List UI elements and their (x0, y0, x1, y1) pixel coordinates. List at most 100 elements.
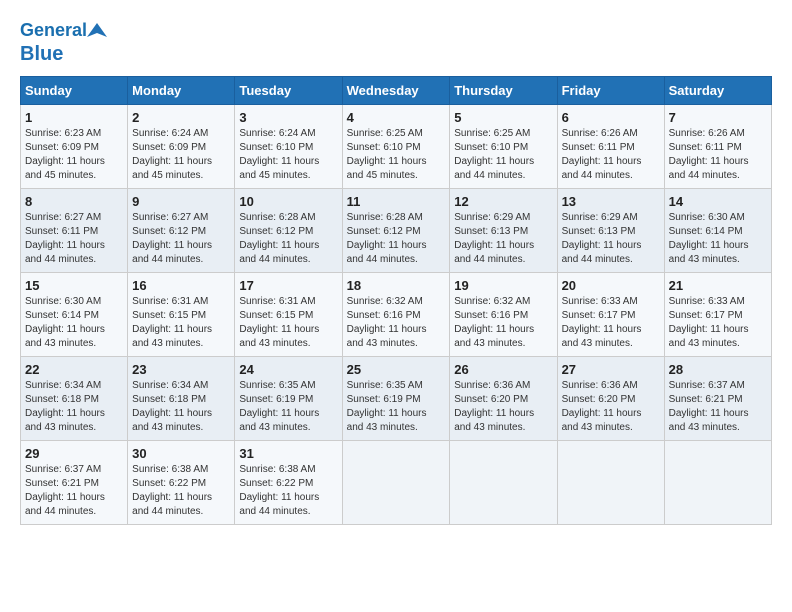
day-number: 12 (454, 194, 552, 209)
day-info: Sunrise: 6:33 AM Sunset: 6:17 PM Dayligh… (562, 295, 660, 351)
calendar-cell: 29 Sunrise: 6:37 AM Sunset: 6:21 PM Dayl… (21, 440, 128, 524)
calendar-cell: 30 Sunrise: 6:38 AM Sunset: 6:22 PM Dayl… (128, 440, 235, 524)
day-info: Sunrise: 6:29 AM Sunset: 6:13 PM Dayligh… (562, 211, 660, 267)
day-info: Sunrise: 6:28 AM Sunset: 6:12 PM Dayligh… (239, 211, 337, 267)
calendar-cell: 20 Sunrise: 6:33 AM Sunset: 6:17 PM Dayl… (557, 272, 664, 356)
day-number: 22 (25, 362, 123, 377)
calendar-cell (342, 440, 450, 524)
calendar-cell: 15 Sunrise: 6:30 AM Sunset: 6:14 PM Dayl… (21, 272, 128, 356)
calendar-cell: 5 Sunrise: 6:25 AM Sunset: 6:10 PM Dayli… (450, 104, 557, 188)
day-number: 6 (562, 110, 660, 125)
calendar-cell: 27 Sunrise: 6:36 AM Sunset: 6:20 PM Dayl… (557, 356, 664, 440)
calendar-cell: 25 Sunrise: 6:35 AM Sunset: 6:19 PM Dayl… (342, 356, 450, 440)
calendar-cell: 7 Sunrise: 6:26 AM Sunset: 6:11 PM Dayli… (664, 104, 771, 188)
day-number: 30 (132, 446, 230, 461)
day-info: Sunrise: 6:37 AM Sunset: 6:21 PM Dayligh… (25, 463, 123, 519)
weekday-header-wednesday: Wednesday (342, 76, 450, 104)
day-info: Sunrise: 6:25 AM Sunset: 6:10 PM Dayligh… (454, 127, 552, 183)
day-info: Sunrise: 6:29 AM Sunset: 6:13 PM Dayligh… (454, 211, 552, 267)
day-info: Sunrise: 6:34 AM Sunset: 6:18 PM Dayligh… (132, 379, 230, 435)
calendar-cell: 8 Sunrise: 6:27 AM Sunset: 6:11 PM Dayli… (21, 188, 128, 272)
calendar-cell: 19 Sunrise: 6:32 AM Sunset: 6:16 PM Dayl… (450, 272, 557, 356)
calendar-cell: 26 Sunrise: 6:36 AM Sunset: 6:20 PM Dayl… (450, 356, 557, 440)
weekday-header-saturday: Saturday (664, 76, 771, 104)
calendar-cell: 4 Sunrise: 6:25 AM Sunset: 6:10 PM Dayli… (342, 104, 450, 188)
calendar-cell: 16 Sunrise: 6:31 AM Sunset: 6:15 PM Dayl… (128, 272, 235, 356)
day-number: 4 (347, 110, 446, 125)
day-info: Sunrise: 6:23 AM Sunset: 6:09 PM Dayligh… (25, 127, 123, 183)
day-number: 26 (454, 362, 552, 377)
calendar-cell: 6 Sunrise: 6:26 AM Sunset: 6:11 PM Dayli… (557, 104, 664, 188)
day-number: 29 (25, 446, 123, 461)
day-number: 17 (239, 278, 337, 293)
day-info: Sunrise: 6:24 AM Sunset: 6:10 PM Dayligh… (239, 127, 337, 183)
day-number: 15 (25, 278, 123, 293)
day-info: Sunrise: 6:27 AM Sunset: 6:11 PM Dayligh… (25, 211, 123, 267)
day-info: Sunrise: 6:28 AM Sunset: 6:12 PM Dayligh… (347, 211, 446, 267)
calendar-table: SundayMondayTuesdayWednesdayThursdayFrid… (20, 76, 772, 525)
calendar-cell: 18 Sunrise: 6:32 AM Sunset: 6:16 PM Dayl… (342, 272, 450, 356)
day-info: Sunrise: 6:32 AM Sunset: 6:16 PM Dayligh… (347, 295, 446, 351)
day-info: Sunrise: 6:35 AM Sunset: 6:19 PM Dayligh… (347, 379, 446, 435)
day-number: 24 (239, 362, 337, 377)
day-number: 20 (562, 278, 660, 293)
calendar-week-3: 15 Sunrise: 6:30 AM Sunset: 6:14 PM Dayl… (21, 272, 772, 356)
day-info: Sunrise: 6:30 AM Sunset: 6:14 PM Dayligh… (669, 211, 767, 267)
day-info: Sunrise: 6:31 AM Sunset: 6:15 PM Dayligh… (132, 295, 230, 351)
day-info: Sunrise: 6:30 AM Sunset: 6:14 PM Dayligh… (25, 295, 123, 351)
calendar-cell: 11 Sunrise: 6:28 AM Sunset: 6:12 PM Dayl… (342, 188, 450, 272)
day-info: Sunrise: 6:25 AM Sunset: 6:10 PM Dayligh… (347, 127, 446, 183)
logo-text-line2: Blue (20, 42, 63, 66)
day-number: 16 (132, 278, 230, 293)
day-number: 18 (347, 278, 446, 293)
day-info: Sunrise: 6:33 AM Sunset: 6:17 PM Dayligh… (669, 295, 767, 351)
calendar-cell: 17 Sunrise: 6:31 AM Sunset: 6:15 PM Dayl… (235, 272, 342, 356)
weekday-header-tuesday: Tuesday (235, 76, 342, 104)
day-number: 11 (347, 194, 446, 209)
day-info: Sunrise: 6:26 AM Sunset: 6:11 PM Dayligh… (669, 127, 767, 183)
calendar-cell: 9 Sunrise: 6:27 AM Sunset: 6:12 PM Dayli… (128, 188, 235, 272)
calendar-cell: 31 Sunrise: 6:38 AM Sunset: 6:22 PM Dayl… (235, 440, 342, 524)
logo: General Blue (20, 20, 107, 66)
calendar-cell (450, 440, 557, 524)
day-info: Sunrise: 6:26 AM Sunset: 6:11 PM Dayligh… (562, 127, 660, 183)
calendar-cell: 3 Sunrise: 6:24 AM Sunset: 6:10 PM Dayli… (235, 104, 342, 188)
day-info: Sunrise: 6:31 AM Sunset: 6:15 PM Dayligh… (239, 295, 337, 351)
calendar-week-1: 1 Sunrise: 6:23 AM Sunset: 6:09 PM Dayli… (21, 104, 772, 188)
page-header: General Blue (20, 20, 772, 66)
day-info: Sunrise: 6:36 AM Sunset: 6:20 PM Dayligh… (562, 379, 660, 435)
calendar-cell: 14 Sunrise: 6:30 AM Sunset: 6:14 PM Dayl… (664, 188, 771, 272)
day-number: 23 (132, 362, 230, 377)
day-info: Sunrise: 6:38 AM Sunset: 6:22 PM Dayligh… (239, 463, 337, 519)
calendar-cell: 2 Sunrise: 6:24 AM Sunset: 6:09 PM Dayli… (128, 104, 235, 188)
day-info: Sunrise: 6:35 AM Sunset: 6:19 PM Dayligh… (239, 379, 337, 435)
day-info: Sunrise: 6:37 AM Sunset: 6:21 PM Dayligh… (669, 379, 767, 435)
weekday-header-monday: Monday (128, 76, 235, 104)
calendar-cell: 21 Sunrise: 6:33 AM Sunset: 6:17 PM Dayl… (664, 272, 771, 356)
calendar-cell: 24 Sunrise: 6:35 AM Sunset: 6:19 PM Dayl… (235, 356, 342, 440)
day-number: 9 (132, 194, 230, 209)
weekday-header-friday: Friday (557, 76, 664, 104)
calendar-cell: 13 Sunrise: 6:29 AM Sunset: 6:13 PM Dayl… (557, 188, 664, 272)
weekday-header-thursday: Thursday (450, 76, 557, 104)
day-info: Sunrise: 6:36 AM Sunset: 6:20 PM Dayligh… (454, 379, 552, 435)
day-number: 25 (347, 362, 446, 377)
day-number: 14 (669, 194, 767, 209)
day-number: 13 (562, 194, 660, 209)
day-number: 8 (25, 194, 123, 209)
day-number: 19 (454, 278, 552, 293)
day-number: 1 (25, 110, 123, 125)
day-info: Sunrise: 6:38 AM Sunset: 6:22 PM Dayligh… (132, 463, 230, 519)
day-number: 31 (239, 446, 337, 461)
logo-bird-icon (87, 21, 107, 41)
calendar-cell: 23 Sunrise: 6:34 AM Sunset: 6:18 PM Dayl… (128, 356, 235, 440)
calendar-week-2: 8 Sunrise: 6:27 AM Sunset: 6:11 PM Dayli… (21, 188, 772, 272)
calendar-week-4: 22 Sunrise: 6:34 AM Sunset: 6:18 PM Dayl… (21, 356, 772, 440)
day-number: 7 (669, 110, 767, 125)
calendar-cell: 22 Sunrise: 6:34 AM Sunset: 6:18 PM Dayl… (21, 356, 128, 440)
weekday-header-row: SundayMondayTuesdayWednesdayThursdayFrid… (21, 76, 772, 104)
day-number: 2 (132, 110, 230, 125)
calendar-week-5: 29 Sunrise: 6:37 AM Sunset: 6:21 PM Dayl… (21, 440, 772, 524)
day-number: 27 (562, 362, 660, 377)
calendar-cell (557, 440, 664, 524)
